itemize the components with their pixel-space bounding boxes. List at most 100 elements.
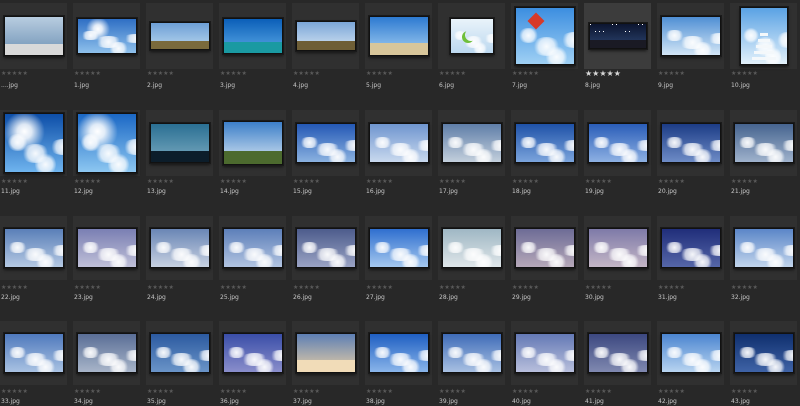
thumbnail-cell[interactable] [292,216,359,280]
thumbnail-image[interactable] [76,113,137,173]
thumbnail-image[interactable] [739,7,788,65]
star-rating[interactable]: ★★★★★ [731,70,758,78]
thumbnail-image[interactable] [660,333,721,373]
thumbnail-cell[interactable] [657,110,724,176]
thumbnail-image[interactable] [295,333,356,373]
thumbnail-image[interactable] [295,123,356,163]
star-rating[interactable]: ★★★★★ [220,388,247,396]
star-rating[interactable]: ★★★★★ [366,178,393,186]
thumbnail-cell[interactable] [292,110,359,176]
thumbnail-cell[interactable] [730,216,797,280]
thumbnail-image[interactable] [295,21,356,51]
thumbnail-image[interactable] [449,18,494,54]
star-rating[interactable]: ★★★★★ [585,284,612,292]
star-rating[interactable]: ★★★★★ [512,284,539,292]
thumbnail-image[interactable] [368,333,429,373]
thumbnail-cell[interactable] [365,3,432,69]
star-rating[interactable]: ★★★★★ [658,178,685,186]
star-rating[interactable]: ★★★★★ [366,70,393,78]
star-rating[interactable]: ★★★★★ [1,70,28,78]
star-rating[interactable]: ★★★★★ [74,284,101,292]
star-rating[interactable]: ★★★★★ [512,388,539,396]
thumbnail-image[interactable] [587,123,648,163]
thumbnail-cell[interactable] [584,216,651,280]
thumbnail-cell[interactable] [0,321,67,385]
thumbnail-cell[interactable] [146,110,213,176]
thumbnail-cell[interactable] [657,216,724,280]
star-rating[interactable]: ★★★★★ [658,70,685,78]
thumbnail-cell[interactable] [584,321,651,385]
thumbnail-cell[interactable] [219,110,286,176]
thumbnail-image[interactable] [368,123,429,163]
thumbnail-image[interactable] [733,228,794,268]
star-rating[interactable]: ★★★★★ [74,178,101,186]
star-rating[interactable]: ★★★★★ [74,388,101,396]
thumbnail-cell[interactable] [584,110,651,176]
star-rating[interactable]: ★★★★★ [512,178,539,186]
star-rating[interactable]: ★★★★★ [658,388,685,396]
thumbnail-cell[interactable] [438,3,505,69]
star-rating[interactable]: ★★★★★ [220,70,247,78]
thumbnail-cell[interactable] [73,3,140,69]
star-rating[interactable]: ★★★★★ [293,284,320,292]
star-rating[interactable]: ★★★★★ [74,70,101,78]
star-rating[interactable]: ★★★★★ [293,388,320,396]
thumbnail-cell[interactable] [292,3,359,69]
thumbnail-cell[interactable] [584,3,651,69]
thumbnail-image[interactable] [149,228,210,268]
thumbnail-cell[interactable] [0,110,67,176]
thumbnail-cell[interactable] [511,3,578,69]
thumbnail-image[interactable] [587,228,648,268]
star-rating[interactable]: ★★★★★ [658,284,685,292]
thumbnail-image[interactable] [368,16,429,56]
thumbnail-image[interactable] [441,333,502,373]
thumbnail-image[interactable] [149,123,210,163]
thumbnail-image[interactable] [222,228,283,268]
thumbnail-cell[interactable] [730,321,797,385]
thumbnail-cell[interactable] [511,110,578,176]
thumbnail-image[interactable] [149,333,210,373]
star-rating[interactable]: ★★★★★ [147,284,174,292]
star-rating[interactable]: ★★★★★ [147,388,174,396]
thumbnail-image[interactable] [368,228,429,268]
thumbnail-image[interactable] [587,333,648,373]
thumbnail-cell[interactable] [73,216,140,280]
thumbnail-image[interactable] [222,18,283,54]
star-rating[interactable]: ★★★★★ [1,178,28,186]
thumbnail-cell[interactable] [511,321,578,385]
thumbnail-cell[interactable] [730,110,797,176]
thumbnail-image[interactable] [222,121,283,165]
star-rating[interactable]: ★★★★★ [147,178,174,186]
thumbnail-cell[interactable] [365,321,432,385]
star-rating[interactable]: ★★★★★ [1,388,28,396]
star-rating[interactable]: ★★★★★ [439,178,466,186]
thumbnail-image[interactable] [733,123,794,163]
thumbnail-image[interactable] [3,333,64,373]
star-rating[interactable]: ★★★★★ [439,284,466,292]
star-rating[interactable]: ★★★★★ [512,70,539,78]
thumbnail-image[interactable] [3,228,64,268]
thumbnail-image[interactable] [76,18,137,54]
thumbnail-image[interactable] [514,7,575,65]
thumbnail-image[interactable] [588,23,647,49]
thumbnail-cell[interactable] [365,216,432,280]
star-rating[interactable]: ★★★★★ [147,70,174,78]
thumbnail-image[interactable] [222,333,283,373]
thumbnail-image[interactable] [3,113,64,173]
thumbnail-cell[interactable] [219,321,286,385]
thumbnail-cell[interactable] [73,321,140,385]
star-rating[interactable]: ★★★★★ [293,178,320,186]
thumbnail-cell[interactable] [511,216,578,280]
thumbnail-cell[interactable] [146,3,213,69]
star-rating[interactable]: ★★★★★ [439,70,466,78]
star-rating[interactable]: ★★★★★ [439,388,466,396]
thumbnail-cell[interactable] [657,321,724,385]
thumbnail-image[interactable] [733,333,794,373]
star-rating[interactable]: ★★★★★ [731,284,758,292]
thumbnail-cell[interactable] [292,321,359,385]
thumbnail-cell[interactable] [219,3,286,69]
thumbnail-image[interactable] [514,333,575,373]
star-rating[interactable]: ★★★★★ [731,178,758,186]
thumbnail-image[interactable] [441,123,502,163]
thumbnail-image[interactable] [514,228,575,268]
